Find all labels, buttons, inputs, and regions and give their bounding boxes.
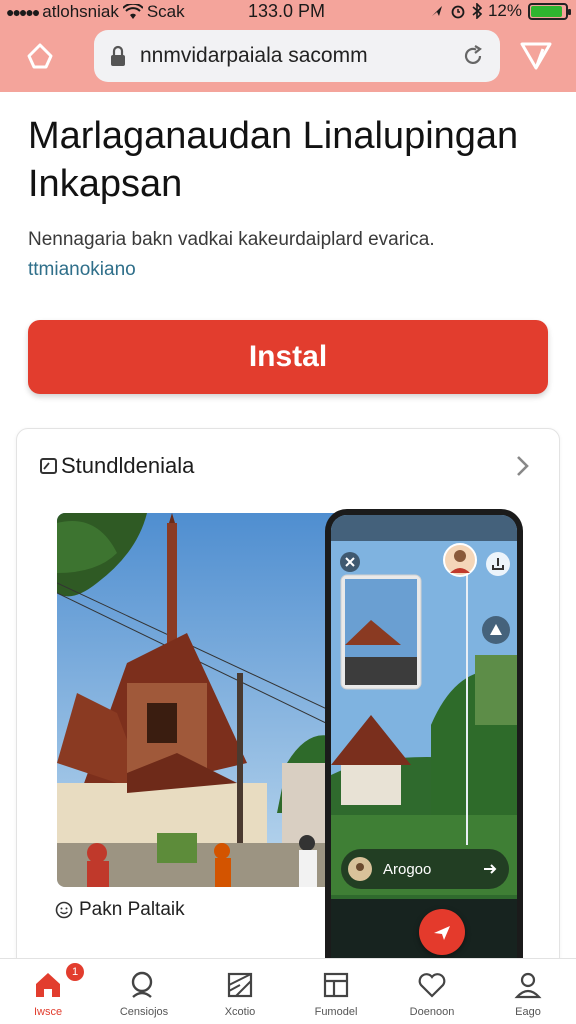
tab-profile[interactable]: Eago bbox=[480, 959, 576, 1024]
tab-label: Fumodel bbox=[314, 1006, 358, 1018]
home-icon bbox=[27, 43, 53, 69]
tab-label: Censiojos bbox=[119, 1006, 169, 1018]
status-time: 133.0 PM bbox=[248, 1, 326, 21]
plane-icon bbox=[434, 926, 450, 940]
photo-caption: Pakn Paltaik bbox=[55, 899, 185, 921]
tab-label: Doenoon bbox=[409, 1006, 455, 1018]
phone-mockup: Arogoo bbox=[325, 509, 523, 985]
heart-icon bbox=[418, 973, 446, 998]
bluetooth-icon bbox=[472, 3, 482, 19]
lock-icon bbox=[111, 45, 125, 66]
location-chip[interactable]: Arogoo bbox=[341, 849, 509, 889]
alarm-icon bbox=[451, 5, 465, 19]
search-icon bbox=[131, 971, 153, 998]
person-icon bbox=[514, 972, 542, 999]
battery-percent: 12% bbox=[487, 1, 522, 20]
layout-icon bbox=[323, 972, 349, 998]
checkbox-icon bbox=[40, 458, 57, 474]
tab-search[interactable]: Censiojos bbox=[96, 959, 192, 1024]
tab-label: Eago bbox=[515, 1006, 541, 1018]
reload-icon bbox=[464, 45, 482, 65]
home-button[interactable] bbox=[20, 36, 60, 76]
share-icon[interactable] bbox=[485, 551, 511, 577]
building-photo bbox=[57, 513, 357, 887]
battery-fill bbox=[531, 5, 563, 17]
tab-label: Xcotio bbox=[224, 1006, 256, 1018]
map-icon bbox=[227, 972, 253, 998]
url-text: nnmvidarpaiala sacomm bbox=[140, 44, 368, 67]
phone-status-bar bbox=[331, 515, 517, 541]
profile-avatar-icon[interactable] bbox=[443, 543, 477, 577]
browser-chrome: ●●●●● atlohsniak Scak 133.0 PM 12% nnmvi… bbox=[0, 0, 576, 92]
bottom-tab-bar: 1 Iwsce Censiojos Xcotio Fumodel Doenoon… bbox=[0, 958, 576, 1024]
phone-screen: Arogoo bbox=[331, 515, 517, 985]
status-bar: ●●●●● atlohsniak Scak 133.0 PM 12% bbox=[0, 0, 576, 26]
battery-icon bbox=[528, 2, 571, 20]
tab-label: Iwsce bbox=[33, 1006, 63, 1018]
browser-nav: nnmvidarpaiala sacomm bbox=[0, 28, 576, 84]
page-description: Nennagaria bakn vadkai kakeurdaiplard ev… bbox=[28, 229, 435, 250]
chip-label: Arogoo bbox=[383, 860, 432, 878]
description-link[interactable]: ttmianokiano bbox=[28, 256, 136, 284]
tab-layout[interactable]: Fumodel bbox=[288, 959, 384, 1024]
tab-favorites[interactable]: Doenoon bbox=[384, 959, 480, 1024]
page-title: Marlaganaudan Linalupingan Inkapsan bbox=[28, 115, 519, 205]
location-arrow-icon bbox=[431, 6, 442, 16]
chevron-right-icon[interactable] bbox=[507, 451, 537, 481]
menu-button[interactable] bbox=[516, 36, 556, 76]
caption-text: Pakn Paltaik bbox=[79, 899, 185, 920]
building-illustration bbox=[57, 513, 357, 887]
smiley-icon bbox=[55, 901, 73, 919]
carrier-label: atlohsniak bbox=[42, 2, 119, 21]
home-icon bbox=[36, 973, 60, 997]
notification-badge: 1 bbox=[66, 963, 84, 981]
card-title: Stundldeniala bbox=[61, 453, 195, 478]
wifi-icon bbox=[122, 4, 143, 19]
address-bar[interactable]: nnmvidarpaiala sacomm bbox=[94, 30, 500, 82]
tab-home[interactable]: 1 Iwsce bbox=[0, 959, 96, 1024]
signal-dots-icon: ●●●●● bbox=[6, 4, 40, 20]
statue-icon[interactable] bbox=[481, 615, 511, 645]
card-header[interactable]: Stundldeniala bbox=[39, 449, 539, 483]
install-button[interactable]: Instal bbox=[28, 320, 548, 394]
phone-fab-button[interactable] bbox=[419, 909, 465, 955]
status-left: ●●●●● atlohsniak Scak bbox=[6, 2, 185, 22]
reload-button[interactable] bbox=[456, 39, 490, 73]
triangle-menu-icon bbox=[520, 42, 552, 70]
chip-action-icon bbox=[484, 864, 497, 874]
chip-avatar-icon bbox=[348, 857, 372, 881]
preview-card: Stundldeniala Pakn Paltaik Arogoo bbox=[16, 428, 560, 988]
tab-map[interactable]: Xcotio bbox=[192, 959, 288, 1024]
status-right: 12% bbox=[430, 1, 571, 21]
phone-close-icon[interactable] bbox=[339, 551, 361, 573]
network-label: Scak bbox=[146, 2, 185, 21]
